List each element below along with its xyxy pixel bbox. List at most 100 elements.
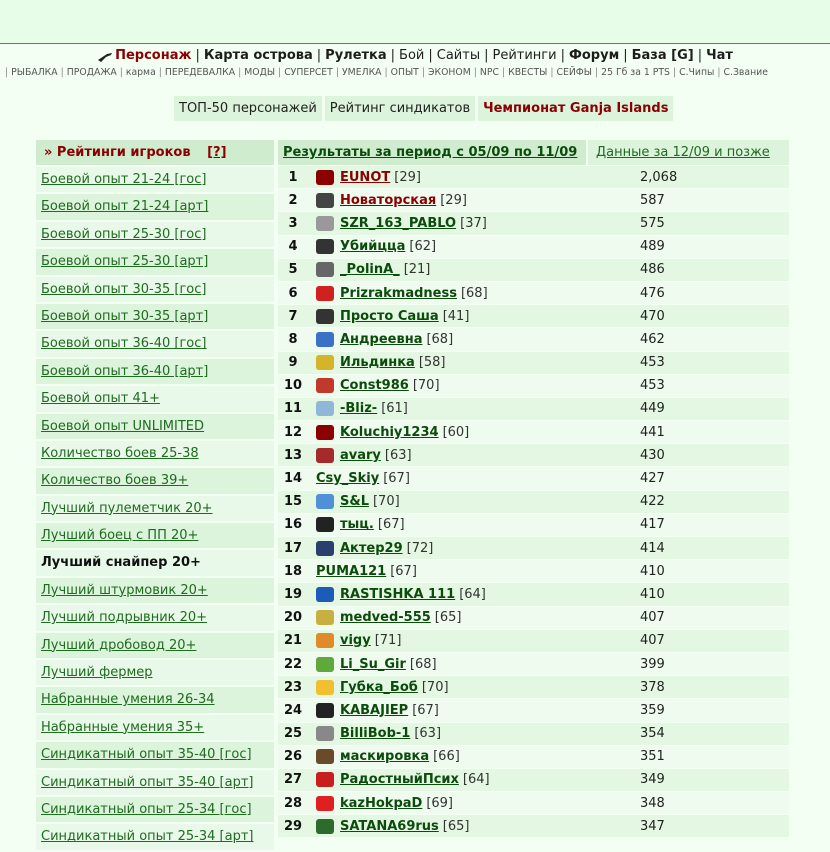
sidebar-item[interactable]: Боевой опыт 25-30 [арт] [36,249,274,275]
player-name-link[interactable]: EUNOT [340,170,390,185]
sidebar-item[interactable]: Лучший дробовод 20+ [36,632,274,659]
player-name-link[interactable]: SATANA69rus [340,819,439,834]
sidebar-item[interactable]: Боевой опыт 30-35 [арт] [36,303,274,330]
sidebar-item[interactable]: Лучший снайпер 20+ [36,550,274,576]
subnav-item-10[interactable]: NPC [480,67,499,78]
tab-2[interactable]: Рейтинг синдикатов [324,96,476,121]
player-name-link[interactable]: Li_Su_Gir [340,657,406,672]
sidebar-item[interactable]: Синдикатный опыт 25-34 [арт] [36,824,274,850]
sidebar-item[interactable]: Количество боев 25-38 [36,440,274,467]
subnav-item-14[interactable]: С.Чипы [679,67,714,78]
sidebar-item[interactable]: Боевой опыт UNLIMITED [36,413,274,439]
player-name-link[interactable]: Губка_Боб [340,680,418,695]
sidebar-item[interactable]: Боевой опыт 41+ [36,386,274,412]
player-name-link[interactable]: medved-555 [340,610,431,625]
player-name-link[interactable]: S&L [340,494,369,509]
sidebar-item[interactable]: Боевой опыт 21-24 [арт] [36,194,274,220]
player-name-link[interactable]: PUMA121 [316,564,386,579]
player-avatar-icon [316,702,334,718]
rank-number: 1 [288,169,298,185]
nav-item-1[interactable]: Персонаж [115,48,191,63]
sidebar-item[interactable]: Лучший пулеметчик 20+ [36,495,274,522]
subnav-item-8[interactable]: ОПЫТ [391,67,419,78]
player-name-link[interactable]: РадостныйПсих [340,772,459,787]
player-name-link[interactable]: KABAJIEP [340,703,408,718]
player-name-link[interactable]: RASTISHKA 111 [340,587,455,602]
player-name-link[interactable]: тыц. [340,517,374,532]
sidebar-item[interactable]: Боевой опыт 25-30 [гос] [36,221,274,248]
sidebar-title: » Рейтинги игроков [?] [36,140,274,165]
subnav-item-6[interactable]: СУПЕРСЕТ [284,67,333,78]
sidebar-item[interactable]: Боевой опыт 21-24 [гос] [36,167,274,193]
player-avatar-icon [316,772,334,788]
next-period-link[interactable]: Данные за 12/09 и позже [588,140,789,165]
subnav-item-7[interactable]: УМЕЛКА [342,67,382,78]
nav-item-2[interactable]: Карта острова [204,48,313,63]
rank-number: 8 [288,331,298,347]
table-row: 19 RASTISHKA 111 [64] 410 [278,583,789,606]
subnav-item-1[interactable]: РЫБАЛКА [11,67,58,78]
player-name-link[interactable]: Новаторская [340,193,436,208]
player-name-link[interactable]: Убийцца [340,239,405,254]
player-level: [41] [442,308,470,324]
player-avatar-icon [316,726,334,742]
player-name-link[interactable]: -Bliz- [340,401,377,416]
subnav-item-11[interactable]: КВЕСТЫ [508,67,547,78]
sidebar-item[interactable]: Синдикатный опыт 35-40 [арт] [36,769,274,795]
score-value: 351 [640,749,665,765]
tab-1[interactable]: ТОП-50 персонажей [174,96,322,121]
sidebar-item[interactable]: Боевой опыт 30-35 [гос] [36,276,274,302]
sidebar-item[interactable]: Лучший фермер [36,660,274,686]
nav-item-3[interactable]: Рулетка [325,48,386,63]
player-name-link[interactable]: avary [340,448,381,463]
player-name-link[interactable]: Актер29 [340,541,403,556]
player-name-link[interactable]: SZR_163_PABLO [340,216,456,231]
sidebar-item[interactable]: Лучший штурмовик 20+ [36,577,274,604]
player-name-link[interactable]: Koluchiy1234 [340,425,439,440]
subnav-item-5[interactable]: МОДЫ [244,67,275,78]
player-name-link[interactable]: Андреевна [340,332,422,347]
nav-item-7[interactable]: Форум [569,48,619,63]
player-name-link[interactable]: Ильдинка [340,355,415,370]
nav-item-6[interactable]: Рейтинги [493,48,557,63]
score-value: 476 [640,285,665,301]
subnav-item-4[interactable]: ПЕРЕДЕВАЛКА [165,67,235,78]
subnav-item-13[interactable]: 25 Гб за 1 PTS [601,67,670,78]
tab-3[interactable]: Чемпионат Ganja Islands [478,96,674,121]
sidebar-item[interactable]: Боевой опыт 36-40 [арт] [36,358,274,385]
sidebar-item[interactable]: Лучший боец с ПП 20+ [36,523,274,549]
subnav-item-3[interactable]: карма [126,67,156,78]
sidebar-item[interactable]: Лучший подрывник 20+ [36,605,274,631]
player-name-link[interactable]: BilliBob-1 [340,726,410,741]
sidebar-item[interactable]: Боевой опыт 36-40 [гос] [36,331,274,357]
nav-item-4[interactable]: Бой [399,48,424,63]
results-period-link[interactable]: Результаты за период с 05/09 по 11/09 [278,140,586,165]
subnav-item-2[interactable]: ПРОДАЖА [67,67,117,78]
nav-item-9[interactable]: Чат [706,48,733,63]
nav-item-5[interactable]: Сайты [437,48,480,63]
subnav-separator: | [5,67,9,78]
player-name-link[interactable]: Prizrakmadness [340,286,457,301]
subnav-item-9[interactable]: ЭКОНОМ [428,67,471,78]
player-name-link[interactable]: _PolinA_ [340,262,400,277]
player-name-link[interactable]: vigy [340,633,371,648]
sidebar-item[interactable]: Набранные умения 35+ [36,714,274,741]
sidebar-item[interactable]: Синдикатный опыт 35-40 [гос] [36,742,274,768]
player-name-link[interactable]: kazHokpaD [340,796,422,811]
player-name-link[interactable]: Просто Саша [340,309,439,324]
nav-item-8[interactable]: База [G] [632,48,694,63]
player-level: [70] [421,679,449,695]
player-name-link[interactable]: Const986 [340,378,409,393]
sidebar-item[interactable]: Набранные умения 26-34 [36,687,274,713]
help-link[interactable]: [?] [207,145,226,160]
score-value: 430 [640,447,665,463]
player-name-link[interactable]: Csy_Skiy [316,471,379,486]
player-level: [21] [403,262,431,278]
player-name-link[interactable]: маскировка [340,749,429,764]
subnav-item-15[interactable]: С.Звание [724,67,768,78]
sidebar-item[interactable]: Количество боев 39+ [36,468,274,494]
rank-number: 3 [288,215,298,231]
subnav-item-12[interactable]: СЕЙФЫ [556,67,592,78]
sidebar-item[interactable]: Синдикатный опыт 25-34 [гос] [36,796,274,823]
results-table: Результаты за период с 05/09 по 11/09 Да… [278,140,789,838]
